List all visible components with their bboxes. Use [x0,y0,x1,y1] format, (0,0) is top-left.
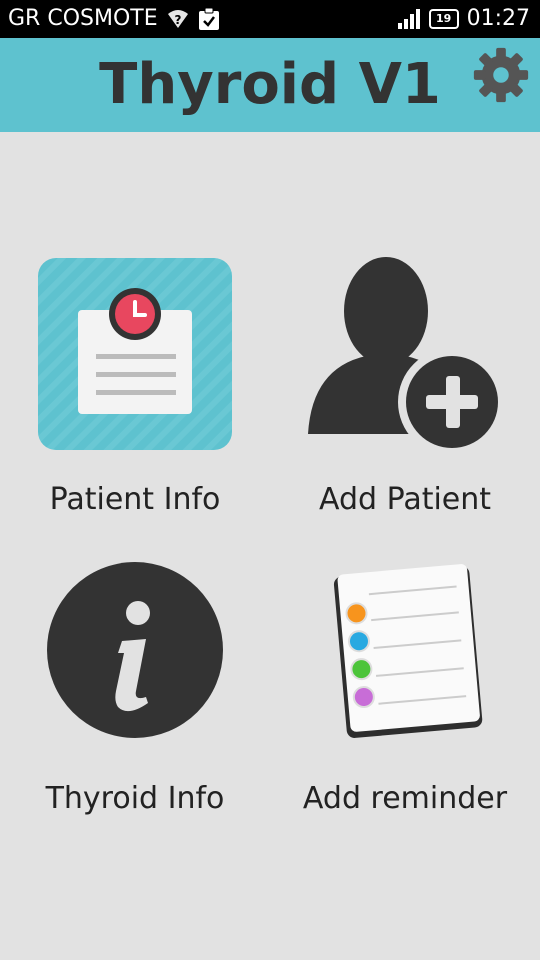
clock-time: 01:27 [466,6,530,31]
app-title: Thyroid V1 [99,52,441,117]
battery-icon: 19 [428,8,459,29]
reminder-list-icon [333,564,483,738]
clipboard-clock-icon [38,258,232,450]
settings-gear-icon[interactable] [470,44,532,106]
status-bar: GR COSMOTE ? 19 01:27 [0,0,540,38]
thyroid-info-label: Thyroid Info [45,781,225,816]
svg-text:?: ? [174,13,181,27]
clipboard-check-icon [198,7,219,30]
patient-info-label: Patient Info [49,482,221,517]
menu-item-thyroid-info[interactable]: Thyroid Info [0,555,270,835]
wifi-unknown-icon: ? [167,9,188,28]
menu-item-add-patient[interactable]: Add Patient [270,250,540,530]
add-person-icon [308,257,506,456]
menu-item-patient-info[interactable]: Patient Info [0,250,270,530]
signal-icon [397,8,420,29]
add-reminder-label: Add reminder [302,781,508,816]
menu-item-add-reminder[interactable]: Add reminder [270,555,540,835]
carrier-label: GR COSMOTE [8,6,158,31]
info-icon [47,562,223,738]
app-bar: Thyroid V1 [0,38,540,132]
add-patient-label: Add Patient [318,482,492,517]
